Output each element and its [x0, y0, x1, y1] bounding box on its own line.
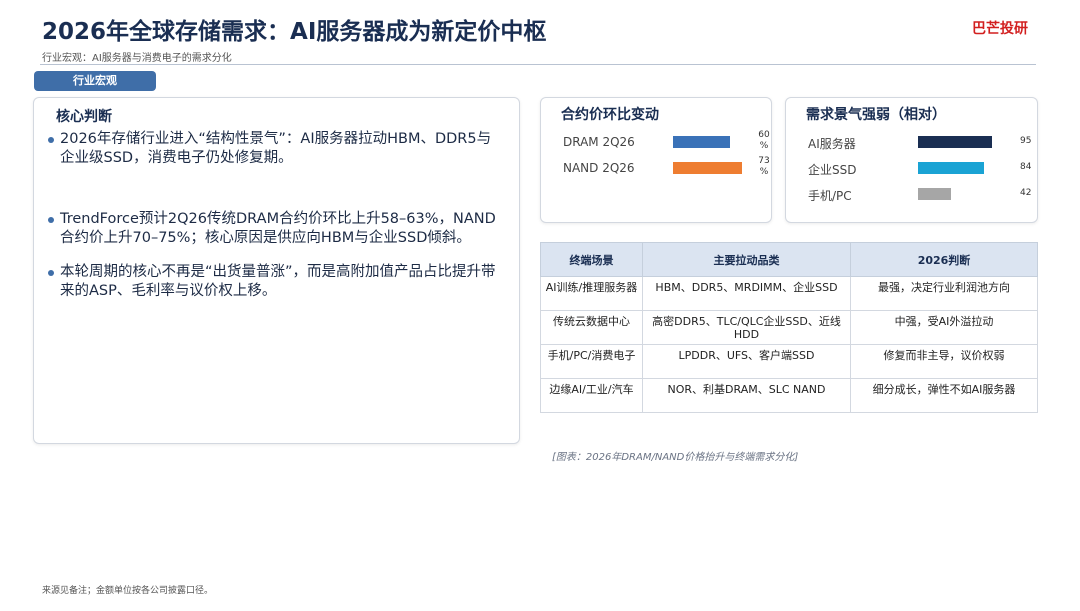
table-cell: 修复而非主导，议价权弱 [850, 344, 1038, 379]
table-cell: 传统云数据中心 [540, 310, 643, 345]
table-header-cell: 主要拉动品类 [642, 242, 851, 277]
figure-caption: [图表：2026年DRAM/NAND价格抬升与终端需求分化] [552, 452, 799, 463]
table-row: 传统云数据中心 高密DDR5、TLC/QLC企业SSD、近线HDD 中强，受AI… [540, 310, 1038, 345]
table-cell: AI训练/推理服务器 [540, 276, 643, 311]
source-footnote: 来源见备注；金额单位按各公司披露口径。 [42, 586, 214, 596]
demand-strength-heading: 需求景气强弱（相对） [806, 107, 946, 123]
price-change-card: 合约价环比变动 DRAM 2Q26 60 % NAND 2Q26 73 % [540, 97, 772, 223]
table-cell: 高密DDR5、TLC/QLC企业SSD、近线HDD [642, 310, 851, 345]
table-row: 手机/PC/消费电子 LPDDR、UFS、客户端SSD 修复而非主导，议价权弱 [540, 344, 1038, 379]
table-row: 边缘AI/工业/汽车 NOR、利基DRAM、SLC NAND 细分成长，弹性不如… [540, 378, 1038, 413]
bar-track [918, 136, 996, 148]
bullet-dot-icon [48, 137, 54, 143]
bar-fill [918, 136, 993, 148]
bar-value-label: 60 % [758, 130, 770, 151]
bar-label: AI服务器 [808, 137, 856, 151]
bar-value-label: 73 % [758, 156, 770, 177]
table-cell: 边缘AI/工业/汽车 [540, 378, 643, 413]
bar-fill [918, 188, 951, 200]
core-judgement-card: 核心判断 2026年存储行业进入“结构性景气”：AI服务器拉动HBM、DDR5与… [33, 97, 520, 444]
bar-value-label: 95 [1020, 136, 1032, 146]
bar-track [673, 136, 749, 148]
bullet-text: 本轮周期的核心不再是“出货量普涨”，而是高附加值产品占比提升带来的ASP、毛利率… [60, 264, 496, 299]
header-divider [40, 64, 1036, 65]
bar-row: NAND 2Q26 73 % [561, 156, 770, 182]
bar-fill [673, 162, 743, 174]
bar-fill [673, 136, 730, 148]
list-item: TrendForce预计2Q26传统DRAM合约价环比上升58–63%，NAND… [48, 210, 505, 248]
bullet-text: TrendForce预计2Q26传统DRAM合约价环比上升58–63%，NAND… [60, 211, 496, 246]
page-subtitle: 行业宏观：AI服务器与消费电子的需求分化 [42, 53, 232, 64]
bar-label: 手机/PC [808, 189, 852, 203]
table-cell: 中强，受AI外溢拉动 [850, 310, 1038, 345]
price-change-heading: 合约价环比变动 [561, 107, 659, 123]
bar-row: DRAM 2Q26 60 % [561, 130, 770, 156]
table-row: AI训练/推理服务器 HBM、DDR5、MRDIMM、企业SSD 最强，决定行业… [540, 276, 1038, 311]
core-bullet-list: 2026年存储行业进入“结构性景气”：AI服务器拉动HBM、DDR5与企业级SS… [48, 130, 505, 301]
core-judgement-heading: 核心判断 [56, 109, 112, 125]
table-cell: 细分成长，弹性不如AI服务器 [850, 378, 1038, 413]
demand-strength-bars: AI服务器 95 企业SSD 84 手机/PC 42 [806, 130, 1031, 208]
table-header-row: 终端场景 主要拉动品类 2026判断 [540, 242, 1038, 277]
bar-value-label: 84 [1020, 162, 1032, 172]
bar-fill [918, 162, 984, 174]
bar-track [918, 162, 996, 174]
table-header-cell: 2026判断 [850, 242, 1038, 277]
list-item: 2026年存储行业进入“结构性景气”：AI服务器拉动HBM、DDR5与企业级SS… [48, 130, 505, 168]
table-cell: 最强，决定行业利润池方向 [850, 276, 1038, 311]
bullet-dot-icon [48, 270, 54, 276]
demand-strength-card: 需求景气强弱（相对） AI服务器 95 企业SSD 84 手机/PC 42 [785, 97, 1038, 223]
bar-label: DRAM 2Q26 [563, 135, 635, 149]
scenario-table: 终端场景 主要拉动品类 2026判断 AI训练/推理服务器 HBM、DDR5、M… [540, 242, 1038, 413]
list-item: 本轮周期的核心不再是“出货量普涨”，而是高附加值产品占比提升带来的ASP、毛利率… [48, 263, 505, 301]
price-change-bars: DRAM 2Q26 60 % NAND 2Q26 73 % [561, 130, 770, 182]
table-cell: LPDDR、UFS、客户端SSD [642, 344, 851, 379]
bar-label: NAND 2Q26 [563, 161, 635, 175]
bar-track [918, 188, 996, 200]
bar-track [673, 162, 749, 174]
bar-row: 手机/PC 42 [806, 182, 1031, 208]
bar-label: 企业SSD [808, 163, 857, 177]
bar-value-label: 42 [1020, 188, 1032, 198]
bar-row: AI服务器 95 [806, 130, 1031, 156]
brand-logo: 巴芒投研 [972, 21, 1028, 37]
bullet-dot-icon [48, 217, 54, 223]
table-cell: HBM、DDR5、MRDIMM、企业SSD [642, 276, 851, 311]
section-tag: 行业宏观 [34, 71, 156, 91]
bar-row: 企业SSD 84 [806, 156, 1031, 182]
table-cell: 手机/PC/消费电子 [540, 344, 643, 379]
table-cell: NOR、利基DRAM、SLC NAND [642, 378, 851, 413]
table-header-cell: 终端场景 [540, 242, 643, 277]
page-title: 2026年全球存储需求：AI服务器成为新定价中枢 [42, 19, 547, 45]
bullet-text: 2026年存储行业进入“结构性景气”：AI服务器拉动HBM、DDR5与企业级SS… [60, 131, 492, 166]
